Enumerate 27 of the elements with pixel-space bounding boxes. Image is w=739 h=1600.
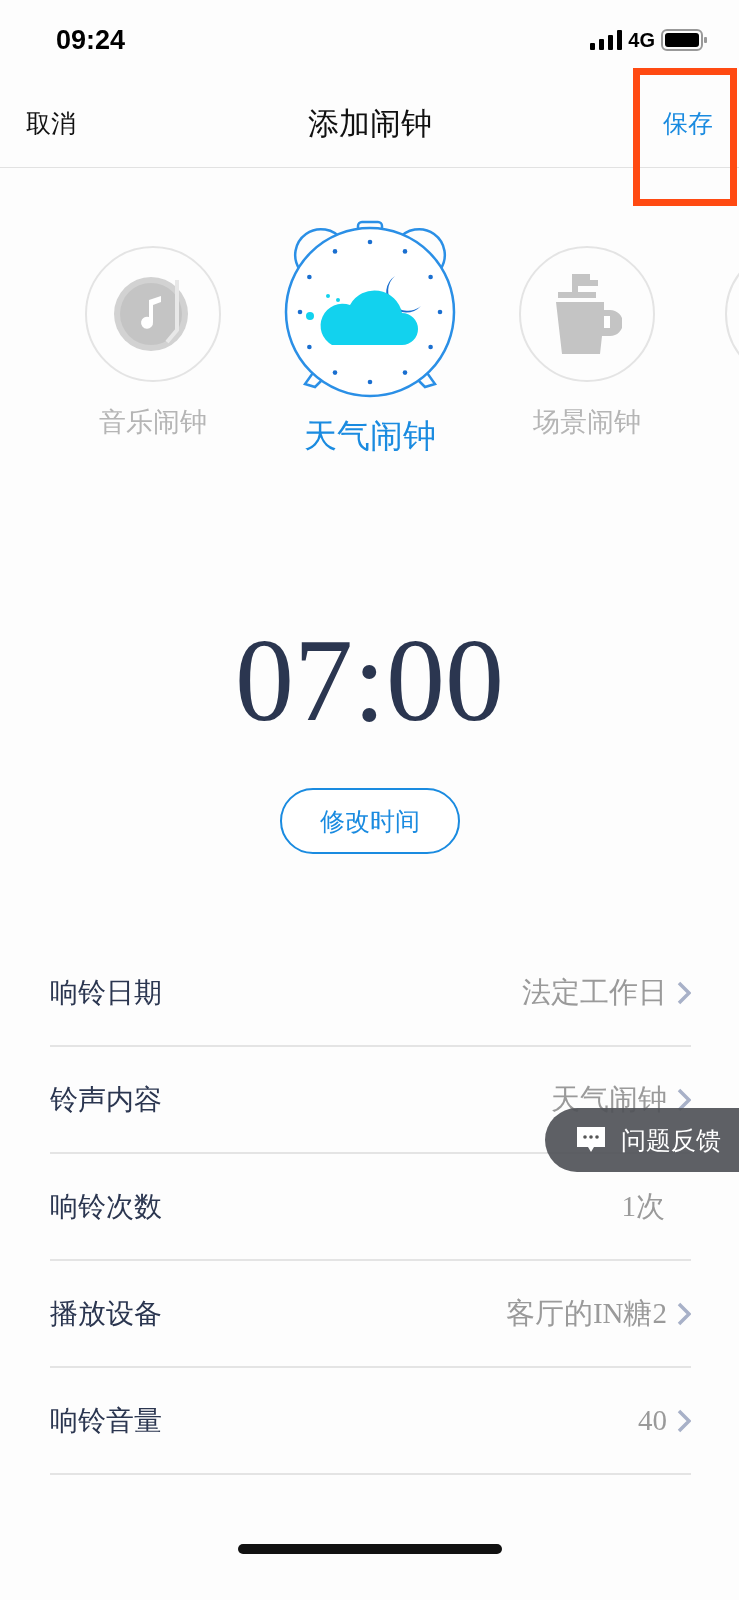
status-time: 09:24 [56, 24, 126, 56]
alarm-type-label[interactable]: 天气闹钟 [303, 414, 436, 459]
battery-icon [661, 29, 707, 51]
save-button[interactable]: 保存 [663, 107, 713, 140]
setting-value: 1次 [621, 1188, 665, 1224]
setting-label: 响铃日期 [50, 974, 162, 1011]
setting-value: 客厅的IN糖2 [505, 1295, 667, 1331]
chevron-icon [677, 1301, 691, 1326]
settings-row[interactable]: 响铃音量 40 [50, 1368, 691, 1475]
setting-label: 响铃音量 [50, 1402, 162, 1439]
setting-label: 播放设备 [50, 1295, 162, 1332]
network-label: 4G [628, 28, 655, 52]
alarm-type-circle[interactable] [518, 246, 655, 382]
chevron-icon [677, 980, 691, 1005]
cancel-button[interactable]: 取消 [26, 107, 76, 140]
setting-label: 响铃次数 [50, 1188, 162, 1225]
edit-time-button[interactable]: 修改时间 [279, 788, 460, 854]
setting-value: 法定工作日 [522, 974, 667, 1010]
chevron-icon [677, 1408, 691, 1433]
alarm-time: 07:00 [234, 622, 505, 740]
setting-label: 铃声内容 [50, 1081, 162, 1118]
page-title: 添加闹钟 [307, 103, 432, 143]
setting-value: 40 [638, 1404, 667, 1437]
settings-row[interactable]: 播放设备 客厅的IN糖2 [50, 1261, 691, 1368]
signal-icon [590, 30, 623, 50]
settings-row[interactable]: 响铃日期 法定工作日 [50, 940, 691, 1047]
alarm-type-circle[interactable] [84, 246, 221, 382]
